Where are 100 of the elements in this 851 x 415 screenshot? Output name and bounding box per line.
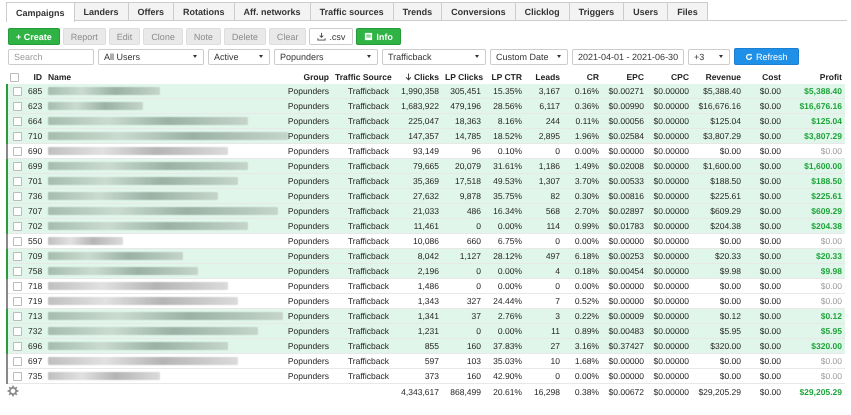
table-cell: $0.01783 [602, 218, 647, 234]
table-cell: 10 [525, 354, 563, 368]
tab[interactable]: Clicklog [514, 2, 570, 20]
table-cell: Trafficback [332, 338, 392, 354]
status-dropdown[interactable]: Active [208, 48, 270, 64]
table-cell: $609.29 [692, 204, 744, 218]
date-mode-dropdown[interactable]: Custom Date [490, 48, 568, 64]
column-header[interactable]: CPC [647, 69, 692, 84]
row-checkbox[interactable] [13, 252, 22, 262]
tab[interactable]: Traffic sources [310, 2, 394, 20]
table-cell: $0.00253 [602, 248, 647, 264]
table-cell: 702 [25, 218, 45, 234]
table-cell: 79,665 [392, 158, 442, 174]
table-cell: Popunders [281, 248, 332, 264]
row-checkbox[interactable] [13, 342, 22, 352]
date-range-field[interactable]: 2021-04-01 - 2021-06-30 [572, 48, 684, 64]
table-cell: 160 [442, 338, 484, 354]
row-checkbox[interactable] [13, 117, 22, 126]
row-checkbox[interactable] [13, 327, 22, 336]
total-cell: 0.38% [563, 384, 602, 400]
table-cell: Popunders [281, 174, 332, 188]
column-header[interactable]: Leads [525, 69, 563, 84]
table-cell: Trafficback [332, 248, 392, 264]
user-dropdown[interactable]: All Users [98, 48, 204, 64]
table-cell: $0.00 [744, 278, 784, 294]
table-cell: 732 [25, 324, 45, 338]
column-header[interactable]: Name [45, 69, 281, 84]
group-dropdown[interactable]: Popunders [274, 48, 378, 64]
table-cell: 713 [25, 308, 45, 324]
table-cell: $16,676.16 [784, 98, 845, 114]
table-cell: Trafficback [332, 264, 392, 278]
search-field[interactable]: Search [8, 48, 94, 64]
table-cell: $0.00 [692, 278, 744, 294]
column-header[interactable]: Group [281, 69, 332, 84]
column-header[interactable]: Cost [744, 69, 784, 84]
table-cell: $204.38 [692, 218, 744, 234]
row-checkbox[interactable] [13, 87, 22, 96]
traffic-source-dropdown[interactable]: Trafficback [382, 48, 486, 64]
tab[interactable]: Campaigns [6, 2, 75, 22]
table-cell: $0.00056 [602, 114, 647, 128]
row-checkbox[interactable] [13, 372, 22, 382]
caret-icon [718, 54, 724, 59]
row-checkbox[interactable] [13, 177, 22, 186]
row-checkbox[interactable] [13, 147, 22, 156]
row-checkbox[interactable] [13, 237, 22, 246]
table-cell: $0.00 [784, 368, 845, 384]
tab[interactable]: Conversions [441, 2, 516, 20]
tab[interactable]: Offers [128, 2, 174, 20]
tab[interactable]: Triggers [568, 2, 624, 20]
tab[interactable]: Landers [74, 2, 129, 20]
tab[interactable]: Users [623, 2, 668, 20]
row-checkbox[interactable] [13, 207, 22, 216]
table-cell: 0.36% [563, 98, 602, 114]
column-header[interactable]: EPC [602, 69, 647, 84]
row-checkbox[interactable] [13, 312, 22, 322]
table-cell: 3 [525, 308, 563, 324]
row-checkbox[interactable] [13, 357, 22, 366]
column-header[interactable]: Traffic Source [332, 69, 392, 84]
table-cell: Trafficback [332, 84, 392, 98]
column-header[interactable]: Revenue [692, 69, 744, 84]
row-checkbox[interactable] [13, 132, 22, 142]
column-header[interactable]: CR [563, 69, 602, 84]
table-cell: 1,127 [442, 248, 484, 264]
table-cell: $0.00454 [602, 264, 647, 278]
column-header[interactable]: Profit [784, 69, 845, 84]
table-cell: $0.00000 [647, 264, 692, 278]
table-cell: 35.03% [484, 354, 525, 368]
table-cell: $20.33 [784, 248, 845, 264]
row-checkbox[interactable] [13, 297, 22, 306]
csv-button[interactable]: .csv [309, 28, 354, 45]
tab[interactable]: Files [667, 2, 708, 20]
tab[interactable]: Trends [392, 2, 442, 20]
table-cell: 597 [392, 354, 442, 368]
table-cell: 0.00% [563, 278, 602, 294]
column-header[interactable]: Clicks [392, 69, 442, 84]
row-checkbox[interactable] [13, 267, 22, 276]
table-cell: Popunders [281, 338, 332, 354]
table-cell: 710 [25, 128, 45, 144]
extra-dropdown[interactable]: +3 [688, 48, 730, 64]
table-cell: $0.00000 [602, 368, 647, 384]
row-checkbox[interactable] [13, 162, 22, 172]
table-cell: $0.00 [744, 98, 784, 114]
table-cell: 6.18% [563, 248, 602, 264]
row-checkbox[interactable] [13, 282, 22, 292]
table-cell: 11 [525, 324, 563, 338]
column-header[interactable]: LP CTR [484, 69, 525, 84]
table-cell: 147,357 [392, 128, 442, 144]
column-header[interactable]: LP Clicks [442, 69, 484, 84]
table-cell: 0.00% [484, 264, 525, 278]
table-cell: Trafficback [332, 114, 392, 128]
row-checkbox[interactable] [13, 102, 22, 112]
row-checkbox[interactable] [13, 192, 22, 202]
row-checkbox[interactable] [13, 222, 22, 232]
table-cell: $0.00 [744, 128, 784, 144]
column-header[interactable]: ID [25, 69, 45, 84]
table-cell: 20,079 [442, 158, 484, 174]
table-cell: $0.00 [692, 368, 744, 384]
tab[interactable]: Aff. networks [234, 2, 311, 20]
select-all-checkbox[interactable] [10, 72, 19, 82]
tab[interactable]: Rotations [173, 2, 235, 20]
